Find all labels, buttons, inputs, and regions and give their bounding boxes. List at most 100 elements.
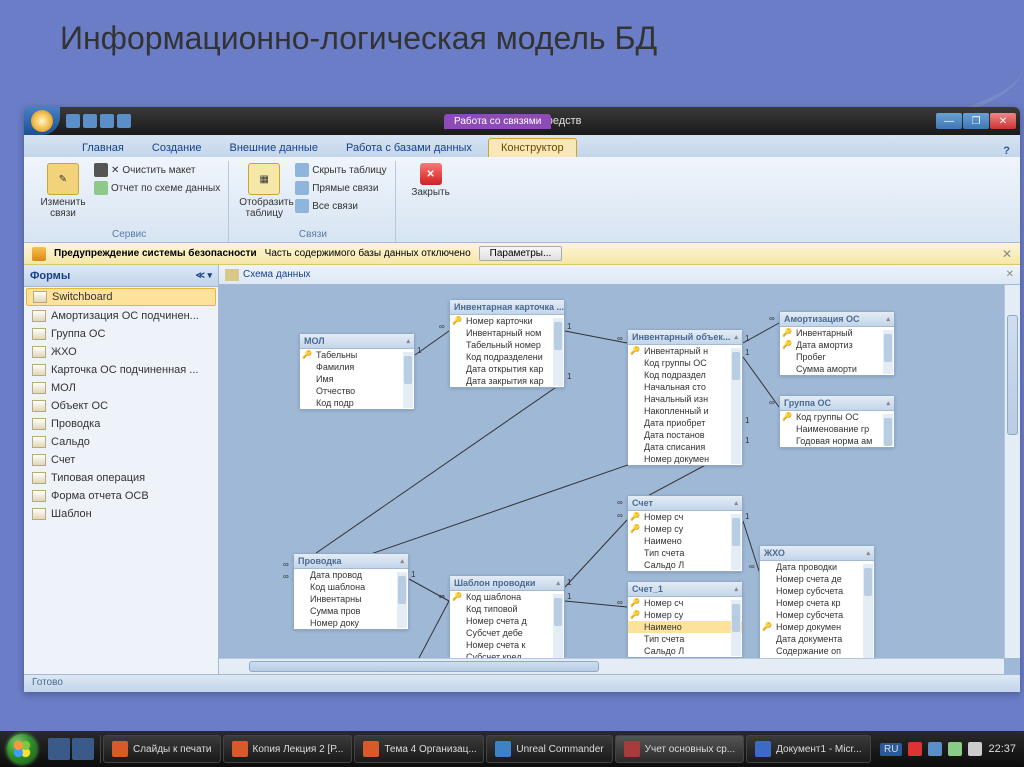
- maximize-button[interactable]: ❐: [963, 113, 989, 129]
- table-scrollbar[interactable]: [553, 318, 563, 386]
- office-button[interactable]: [24, 107, 60, 135]
- hide-table-button[interactable]: Скрыть таблицу: [295, 161, 386, 179]
- table-title[interactable]: Группа ОС: [780, 396, 894, 411]
- table-field[interactable]: Код шаблона: [450, 591, 564, 603]
- table-field[interactable]: Дата закрытия кар: [450, 375, 564, 387]
- table-field[interactable]: Содержание оп: [760, 645, 874, 657]
- table-field[interactable]: Номер счета кр: [760, 597, 874, 609]
- table-mol[interactable]: МОЛТабельныФамилияИмяОтчествоКод подр: [299, 333, 415, 410]
- table-scrollbar[interactable]: [731, 514, 741, 570]
- table-field[interactable]: Номер доку: [294, 617, 408, 629]
- vertical-scrollbar[interactable]: [1004, 285, 1020, 658]
- table-field[interactable]: Дата постанов: [628, 429, 742, 441]
- taskbar-item[interactable]: Слайды к печати: [103, 735, 221, 763]
- table-field[interactable]: Инвентарный н: [628, 345, 742, 357]
- table-field[interactable]: Наимено: [628, 535, 742, 547]
- table-field[interactable]: Табельный номер: [450, 339, 564, 351]
- table-shablon[interactable]: Шаблон проводкиКод шаблонаКод типовойНом…: [449, 575, 565, 658]
- table-zhho[interactable]: ЖХОДата проводкиНомер счета деНомер субс…: [759, 545, 875, 658]
- table-field[interactable]: Тип счета: [628, 633, 742, 645]
- tray-icon[interactable]: [908, 742, 922, 756]
- table-group[interactable]: Группа ОСКод группы ОСНаименование грГод…: [779, 395, 895, 448]
- tab-dbtools[interactable]: Работа с базами данных: [334, 139, 484, 157]
- start-button[interactable]: [4, 733, 40, 765]
- quick-access-toolbar[interactable]: [66, 114, 131, 128]
- nav-item-form[interactable]: Шаблон: [24, 505, 218, 523]
- table-field[interactable]: Наименование гр: [780, 423, 894, 435]
- table-title[interactable]: Проводка: [294, 554, 408, 569]
- taskbar-item[interactable]: Unreal Commander: [486, 735, 612, 763]
- table-field[interactable]: Дата открытия кар: [450, 363, 564, 375]
- quick-launch[interactable]: [42, 735, 101, 763]
- table-field[interactable]: Код группы ОС: [780, 411, 894, 423]
- table-field[interactable]: Номер субсчета: [760, 609, 874, 621]
- table-field[interactable]: Дата документа: [760, 633, 874, 645]
- document-tab[interactable]: Схема данных ✕: [219, 265, 1020, 285]
- table-field[interactable]: Номер докумен: [760, 621, 874, 633]
- taskbar-item[interactable]: Тема 4 Организац...: [354, 735, 484, 763]
- table-field[interactable]: Номер счета д: [450, 615, 564, 627]
- tray-icon[interactable]: [948, 742, 962, 756]
- table-scrollbar[interactable]: [731, 348, 741, 464]
- table-field[interactable]: Начальная сто: [628, 381, 742, 393]
- nav-header[interactable]: Формы≪ ▾: [24, 265, 218, 287]
- table-scrollbar[interactable]: [883, 330, 893, 374]
- table-scrollbar[interactable]: [553, 594, 563, 658]
- show-table-button[interactable]: ▦ Отобразить таблицу: [239, 161, 289, 219]
- table-field[interactable]: Наимено: [628, 621, 742, 633]
- table-field[interactable]: Номер карточки: [450, 315, 564, 327]
- table-field[interactable]: Накопленный и: [628, 405, 742, 417]
- table-field[interactable]: Инвентарный ном: [450, 327, 564, 339]
- close-button[interactable]: ✕: [990, 113, 1016, 129]
- clock[interactable]: 22:37: [988, 743, 1016, 755]
- table-field[interactable]: Код подразделени: [450, 351, 564, 363]
- table-field[interactable]: Номер докумен: [628, 453, 742, 465]
- table-field[interactable]: Дата амортиз: [780, 339, 894, 351]
- table-schet[interactable]: СчетНомер счНомер суНаименоТип счетаСаль…: [627, 495, 743, 572]
- table-field[interactable]: Сальдо Л: [628, 559, 742, 571]
- table-schet1[interactable]: Счет_1Номер счНомер суНаименоТип счетаСа…: [627, 581, 743, 658]
- table-title[interactable]: Амортизация ОС: [780, 312, 894, 327]
- table-field[interactable]: Дата провод: [294, 569, 408, 581]
- table-field[interactable]: Начальный изн: [628, 393, 742, 405]
- table-field[interactable]: Сумма пров: [294, 605, 408, 617]
- table-field[interactable]: Номер су: [628, 609, 742, 621]
- table-field[interactable]: Номер сч: [628, 597, 742, 609]
- nav-item-form[interactable]: Карточка ОС подчиненная ...: [24, 361, 218, 379]
- table-prov[interactable]: ПроводкаДата проводКод шаблонаИнвентарны…: [293, 553, 409, 630]
- table-field[interactable]: Код подраздел: [628, 369, 742, 381]
- relationships-canvas[interactable]: 1∞1∞1∞1∞1∞1∞1∞1∞1∞1∞1∞1∞ МОЛТабельныФами…: [219, 285, 1004, 658]
- table-field[interactable]: Табельны: [300, 349, 414, 361]
- table-field[interactable]: Номер сч: [628, 511, 742, 523]
- tray-icon[interactable]: [928, 742, 942, 756]
- table-amort[interactable]: Амортизация ОСИнвентарныйДата амортизПро…: [779, 311, 895, 376]
- table-scrollbar[interactable]: [397, 572, 407, 628]
- nav-item-form[interactable]: Проводка: [24, 415, 218, 433]
- table-field[interactable]: Код типовой: [450, 603, 564, 615]
- table-scrollbar[interactable]: [403, 352, 413, 408]
- direct-relations-button[interactable]: Прямые связи: [295, 179, 386, 197]
- table-scrollbar[interactable]: [863, 564, 873, 658]
- table-field[interactable]: Инвентарны: [294, 593, 408, 605]
- table-title[interactable]: ЖХО: [760, 546, 874, 561]
- table-field[interactable]: Инвентарный: [780, 327, 894, 339]
- document-close-button[interactable]: ✕: [1006, 269, 1014, 280]
- table-scrollbar[interactable]: [883, 414, 893, 446]
- nav-item-form[interactable]: Амортизация ОС подчинен...: [24, 307, 218, 325]
- all-relations-button[interactable]: Все связи: [295, 197, 386, 215]
- table-field[interactable]: Отчество: [300, 385, 414, 397]
- help-icon[interactable]: ?: [1003, 145, 1010, 157]
- table-field[interactable]: Субсчет дебе: [450, 627, 564, 639]
- nav-item-form[interactable]: Счет: [24, 451, 218, 469]
- table-title[interactable]: Счет: [628, 496, 742, 511]
- table-field[interactable]: Сумма аморти: [780, 363, 894, 375]
- table-title[interactable]: Счет_1: [628, 582, 742, 597]
- security-options-button[interactable]: Параметры...: [479, 246, 563, 261]
- edit-relations-button[interactable]: ✎ Изменить связи: [38, 161, 88, 219]
- nav-item-form[interactable]: Группа ОС: [24, 325, 218, 343]
- taskbar-item[interactable]: Документ1 - Micr...: [746, 735, 870, 763]
- table-scrollbar[interactable]: [731, 600, 741, 656]
- horizontal-scrollbar[interactable]: [219, 658, 1004, 674]
- close-design-button[interactable]: ✕ Закрыть: [406, 161, 456, 198]
- language-indicator[interactable]: RU: [880, 743, 902, 756]
